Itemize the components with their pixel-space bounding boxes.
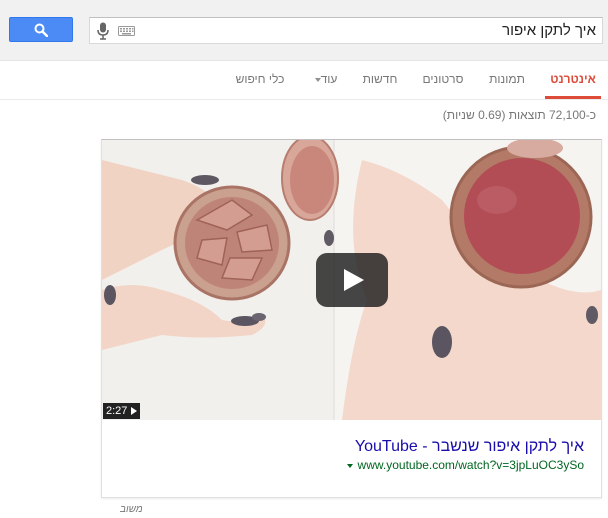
play-button[interactable]: [316, 253, 388, 307]
keyboard-icon[interactable]: [118, 26, 135, 36]
search-input[interactable]: [236, 20, 596, 41]
play-small-icon: [131, 407, 138, 416]
search-button[interactable]: [9, 17, 73, 42]
video-result-card: 2:27 איך לתקן איפור שנשבר - YouTube www.…: [101, 139, 602, 498]
tab-more[interactable]: עוד: [303, 61, 345, 99]
tab-search-tools[interactable]: כלי חיפוש: [230, 61, 290, 99]
feedback-link[interactable]: משוב: [120, 504, 143, 515]
video-duration-badge: 2:27: [103, 403, 141, 419]
search-tabs: אינטרנט תמונות סרטונים חדשות עוד כלי חיפ…: [0, 61, 608, 100]
search-icon: [34, 23, 48, 37]
result-url[interactable]: www.youtube.com/watch?v=3jpLuOC3ySo: [346, 458, 584, 472]
result-url-text: www.youtube.com/watch?v=3jpLuOC3ySo: [357, 458, 584, 472]
tab-images[interactable]: תמונות: [484, 61, 530, 99]
result-stats: כ-72,100 תוצאות (0.69 שניות): [442, 108, 596, 122]
top-bar: [0, 0, 608, 61]
play-icon: [344, 269, 364, 291]
microphone-icon[interactable]: [96, 22, 110, 40]
tab-more-label: עוד: [320, 72, 338, 86]
tab-news[interactable]: חדשות: [358, 61, 402, 99]
result-title-link[interactable]: איך לתקן איפור שנשבר - YouTube: [355, 438, 584, 456]
duration-label: 2:27: [106, 405, 128, 417]
tab-videos[interactable]: סרטונים: [415, 61, 471, 99]
search-box: [89, 17, 603, 44]
tab-web[interactable]: אינטרנט: [545, 61, 601, 99]
url-dropdown-icon[interactable]: [346, 463, 353, 468]
video-thumbnail[interactable]: 2:27: [102, 140, 601, 420]
